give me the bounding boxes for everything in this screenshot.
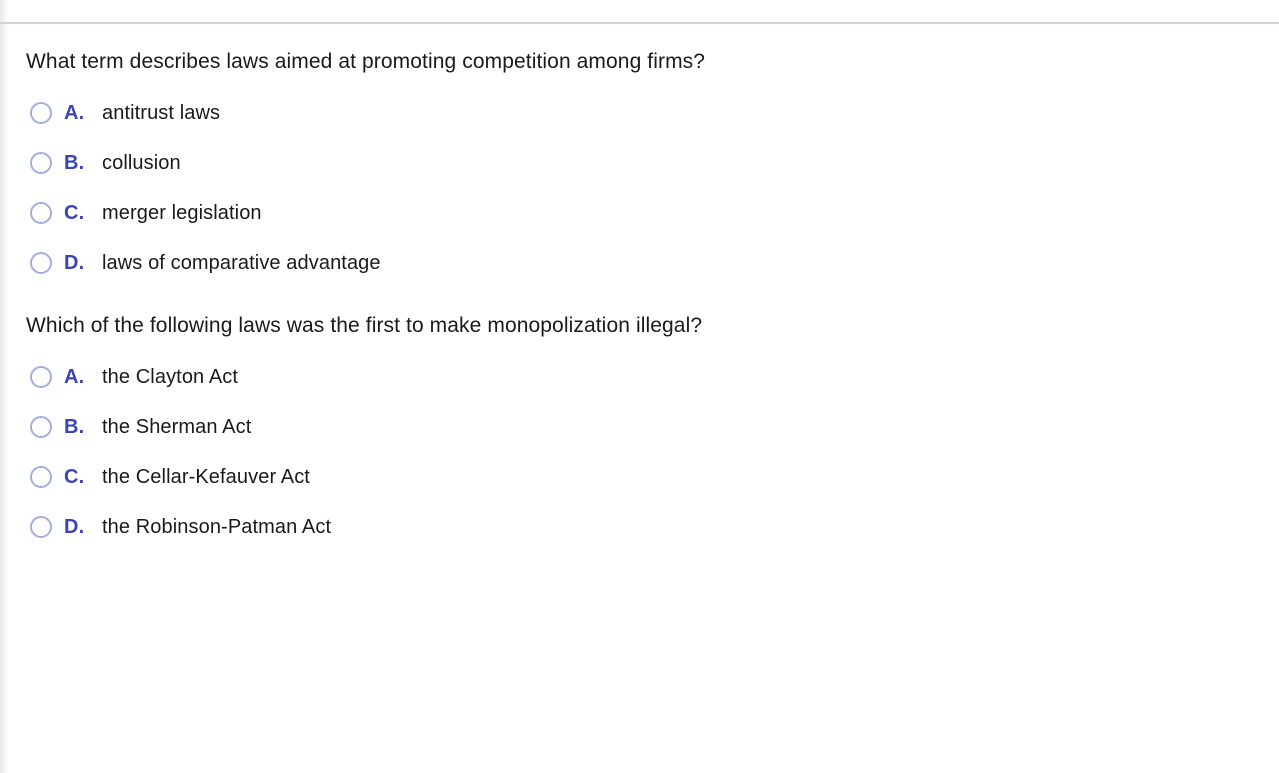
radio-button-icon[interactable]: [30, 516, 52, 538]
quiz-content: What term describes laws aimed at promot…: [0, 24, 1279, 552]
option-label: the Sherman Act: [102, 415, 252, 438]
option-row-2-b[interactable]: B. the Sherman Act: [26, 402, 1279, 452]
option-label: the Robinson-Patman Act: [102, 515, 332, 538]
radio-button-icon[interactable]: [30, 416, 52, 438]
option-letter: B.: [64, 151, 85, 174]
question-prompt-1: What term describes laws aimed at promot…: [26, 50, 706, 73]
option-label: antitrust laws: [102, 101, 221, 124]
quiz-page: What term describes laws aimed at promot…: [0, 0, 1279, 773]
option-label: laws of comparative advantage: [102, 251, 381, 274]
option-label: merger legislation: [102, 201, 262, 224]
option-label: the Cellar-Kefauver Act: [102, 465, 310, 488]
question-block-1: What term describes laws aimed at promot…: [0, 24, 1279, 288]
option-row-1-a[interactable]: A. antitrust laws: [26, 88, 1279, 138]
option-letter: C.: [64, 465, 85, 488]
option-row-1-c[interactable]: C. merger legislation: [26, 188, 1279, 238]
option-letter: A.: [64, 101, 85, 124]
option-label: the Clayton Act: [102, 365, 239, 388]
option-row-2-c[interactable]: C. the Cellar-Kefauver Act: [26, 452, 1279, 502]
option-letter: B.: [64, 415, 85, 438]
option-letter: A.: [64, 365, 85, 388]
radio-button-icon[interactable]: [30, 466, 52, 488]
option-letter: C.: [64, 201, 85, 224]
option-row-2-d[interactable]: D. the Robinson-Patman Act: [26, 502, 1279, 552]
option-row-1-b[interactable]: B. collusion: [26, 138, 1279, 188]
radio-button-icon[interactable]: [30, 102, 52, 124]
option-letter: D.: [64, 251, 85, 274]
option-label: collusion: [102, 151, 181, 174]
question-prompt-2: Which of the following laws was the firs…: [26, 314, 703, 337]
radio-button-icon[interactable]: [30, 202, 52, 224]
question-block-2: Which of the following laws was the firs…: [0, 288, 1279, 552]
option-group-2: A. the Clayton Act B. the Sherman Act C.…: [26, 352, 1279, 552]
option-row-1-d[interactable]: D. laws of comparative advantage: [26, 238, 1279, 288]
option-group-1: A. antitrust laws B. collusion C. merger…: [26, 88, 1279, 288]
option-row-2-a[interactable]: A. the Clayton Act: [26, 352, 1279, 402]
radio-button-icon[interactable]: [30, 252, 52, 274]
radio-button-icon[interactable]: [30, 366, 52, 388]
radio-button-icon[interactable]: [30, 152, 52, 174]
option-letter: D.: [64, 515, 85, 538]
